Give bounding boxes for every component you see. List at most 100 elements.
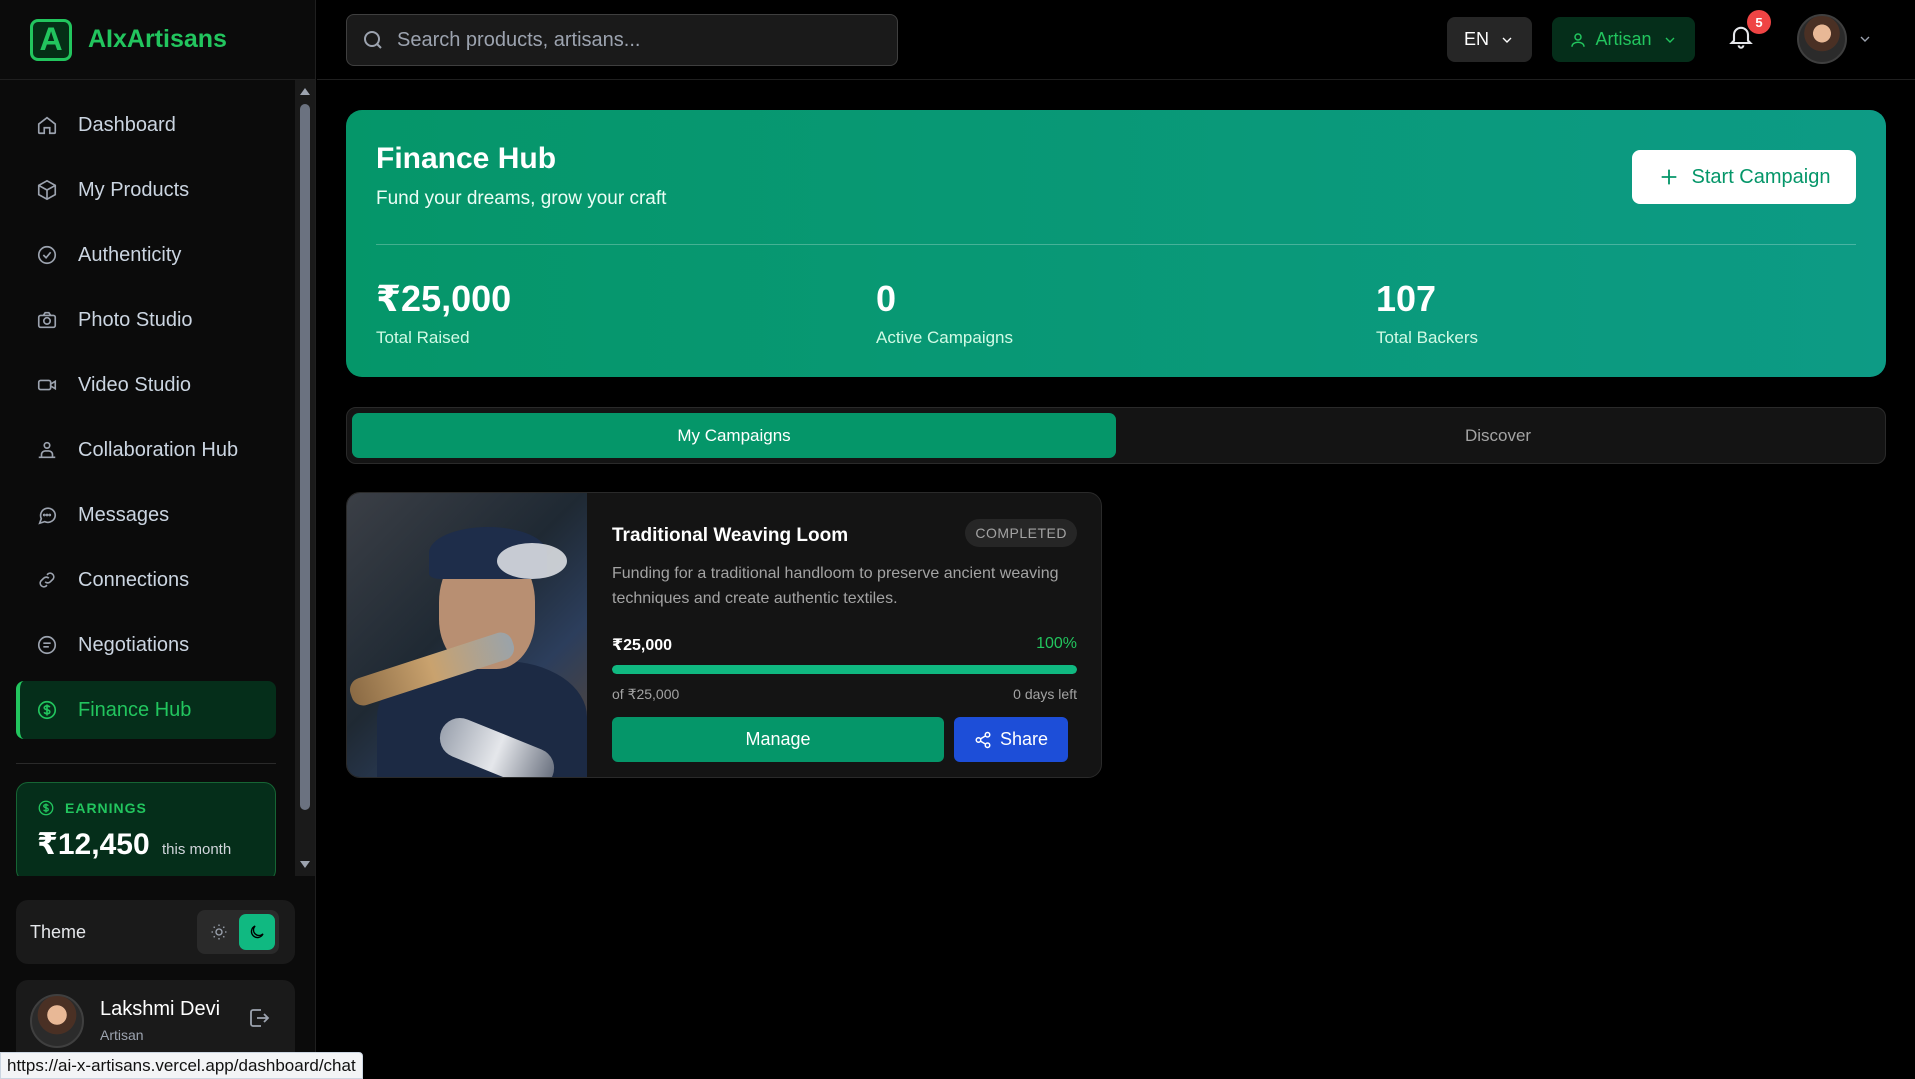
plus-icon <box>1661 169 1676 185</box>
chevron-down-icon <box>1860 36 1870 42</box>
brand-logo: A <box>30 18 72 61</box>
light-theme-button[interactable] <box>201 914 237 950</box>
sidebar-item-label: Connections <box>78 568 190 591</box>
sidebar-item-negotiations[interactable]: Negotiations <box>16 616 276 674</box>
campaign-card: COMPLETED Traditional Weaving Loom Fundi… <box>346 492 1102 778</box>
image-lamp <box>497 543 567 579</box>
share-button[interactable]: Share <box>954 717 1068 762</box>
share-label: Share <box>999 729 1049 749</box>
earnings-card: EARNINGS ₹12,450 this month <box>16 782 276 876</box>
logout-icon[interactable] <box>247 1006 271 1030</box>
earnings-period: this month <box>161 841 232 858</box>
campaign-description: Funding for a traditional handloom to pr… <box>612 565 1059 607</box>
language-value: EN <box>1463 29 1489 49</box>
brand-name: AIxArtisans <box>88 25 227 53</box>
theme-switcher: Theme <box>16 900 295 964</box>
sun-icon <box>211 924 227 940</box>
dollar-icon <box>37 700 57 720</box>
sidebar-item-connections[interactable]: Connections <box>16 551 276 609</box>
sidebar-item-dashboard[interactable]: Dashboard <box>16 96 276 154</box>
banner-divider <box>376 244 1856 245</box>
language-selector[interactable]: EN <box>1447 17 1532 62</box>
share-icon <box>975 731 991 748</box>
stat-total-backers: 107 Total Backers <box>1376 278 1478 348</box>
camera-icon <box>37 311 57 329</box>
role-value: Artisan <box>1595 29 1652 49</box>
theme-toggle <box>197 910 279 954</box>
stat-label: Total Backers <box>1376 328 1479 347</box>
stat-value: 0 <box>876 278 897 319</box>
stat-value: ₹25,000 <box>376 278 512 319</box>
home-icon <box>37 116 57 135</box>
dark-theme-button[interactable] <box>239 914 275 950</box>
notifications-button[interactable]: 5 <box>1727 10 1771 58</box>
sidebar-item-my-products[interactable]: My Products <box>16 161 276 219</box>
earnings-amount-row: ₹12,450 this month <box>37 827 255 862</box>
amount-raised: ₹25,000 <box>612 637 673 654</box>
tab-discover[interactable]: Discover <box>1116 413 1880 458</box>
avatar[interactable] <box>30 994 84 1048</box>
video-icon <box>37 379 57 391</box>
chevron-down-icon <box>1502 37 1512 43</box>
sidebar-item-label: Finance Hub <box>78 698 192 721</box>
earnings-amount: ₹12,450 <box>37 828 150 861</box>
sidebar-item-label: Dashboard <box>78 113 176 136</box>
search-box[interactable] <box>346 14 898 66</box>
box-icon <box>37 179 57 201</box>
sidebar: A AIxArtisans Dashboard My Products Auth… <box>0 0 316 1079</box>
sidebar-item-collaboration-hub[interactable]: Collaboration Hub <box>16 421 276 479</box>
stat-value: 107 <box>1376 278 1437 319</box>
role-selector[interactable]: Artisan <box>1552 17 1695 62</box>
earnings-label: EARNINGS <box>65 800 147 816</box>
sidebar-item-label: Photo Studio <box>78 308 193 331</box>
link-icon <box>39 572 55 588</box>
campaign-tabs: My Campaigns Discover <box>346 407 1886 464</box>
moon-icon <box>250 925 264 939</box>
scroll-up-arrow-icon[interactable] <box>300 88 310 95</box>
nav-divider <box>16 763 276 764</box>
sidebar-item-finance-hub[interactable]: Finance Hub <box>16 681 276 739</box>
campaign-goal: of ₹25,000 <box>612 686 680 702</box>
days-left: 0 days left <box>1013 686 1077 702</box>
sidebar-item-label: Messages <box>78 503 170 526</box>
user-icon <box>1571 32 1586 47</box>
status-badge: COMPLETED <box>965 519 1077 547</box>
campaign-actions: Manage Share <box>612 717 1077 762</box>
sidebar-item-label: Negotiations <box>78 633 190 656</box>
finance-hub-banner: Finance Hub Fund your dreams, grow your … <box>346 110 1886 377</box>
start-campaign-button[interactable]: Start Campaign <box>1632 150 1856 204</box>
profile-menu[interactable] <box>1797 14 1873 64</box>
start-campaign-label: Start Campaign <box>1691 165 1831 188</box>
avatar <box>1797 14 1847 64</box>
sidebar-item-label: Collaboration Hub <box>78 438 239 461</box>
search-input[interactable] <box>397 28 877 52</box>
manage-button[interactable]: Manage <box>612 717 944 762</box>
brand[interactable]: A AIxArtisans <box>0 0 315 80</box>
user-role: Artisan <box>100 1027 144 1043</box>
user-info: Lakshmi Devi Artisan <box>100 998 220 1056</box>
stat-active-campaigns: 0 Active Campaigns <box>876 278 1013 348</box>
sidebar-item-label: Authenticity <box>78 243 182 266</box>
scroll-down-arrow-icon[interactable] <box>300 861 310 868</box>
scroll-thumb[interactable] <box>300 104 310 810</box>
tab-my-campaigns[interactable]: My Campaigns <box>352 413 1116 458</box>
sidebar-item-authenticity[interactable]: Authenticity <box>16 226 276 284</box>
progress-header: ₹25,000 100% <box>612 635 1077 655</box>
earnings-header: EARNINGS <box>37 799 255 817</box>
check-circle-icon <box>37 245 57 265</box>
handshake-icon <box>37 635 57 655</box>
sidebar-item-photo-studio[interactable]: Photo Studio <box>16 291 276 349</box>
stat-total-raised: ₹25,000 Total Raised <box>376 278 511 348</box>
stat-label: Active Campaigns <box>876 328 1014 347</box>
notification-count-badge: 5 <box>1747 10 1771 34</box>
progress-bar <box>612 665 1077 674</box>
progress-meta: of ₹25,000 0 days left <box>612 686 1077 703</box>
chevron-down-icon <box>1665 37 1674 43</box>
campaign-image <box>347 493 587 777</box>
sidebar-scrollbar[interactable] <box>295 80 315 876</box>
sidebar-item-label: Video Studio <box>78 373 192 396</box>
search-icon <box>364 31 382 49</box>
sidebar-item-messages[interactable]: Messages <box>16 486 276 544</box>
sidebar-item-video-studio[interactable]: Video Studio <box>16 356 276 414</box>
funded-percent: 100% <box>1036 635 1077 652</box>
